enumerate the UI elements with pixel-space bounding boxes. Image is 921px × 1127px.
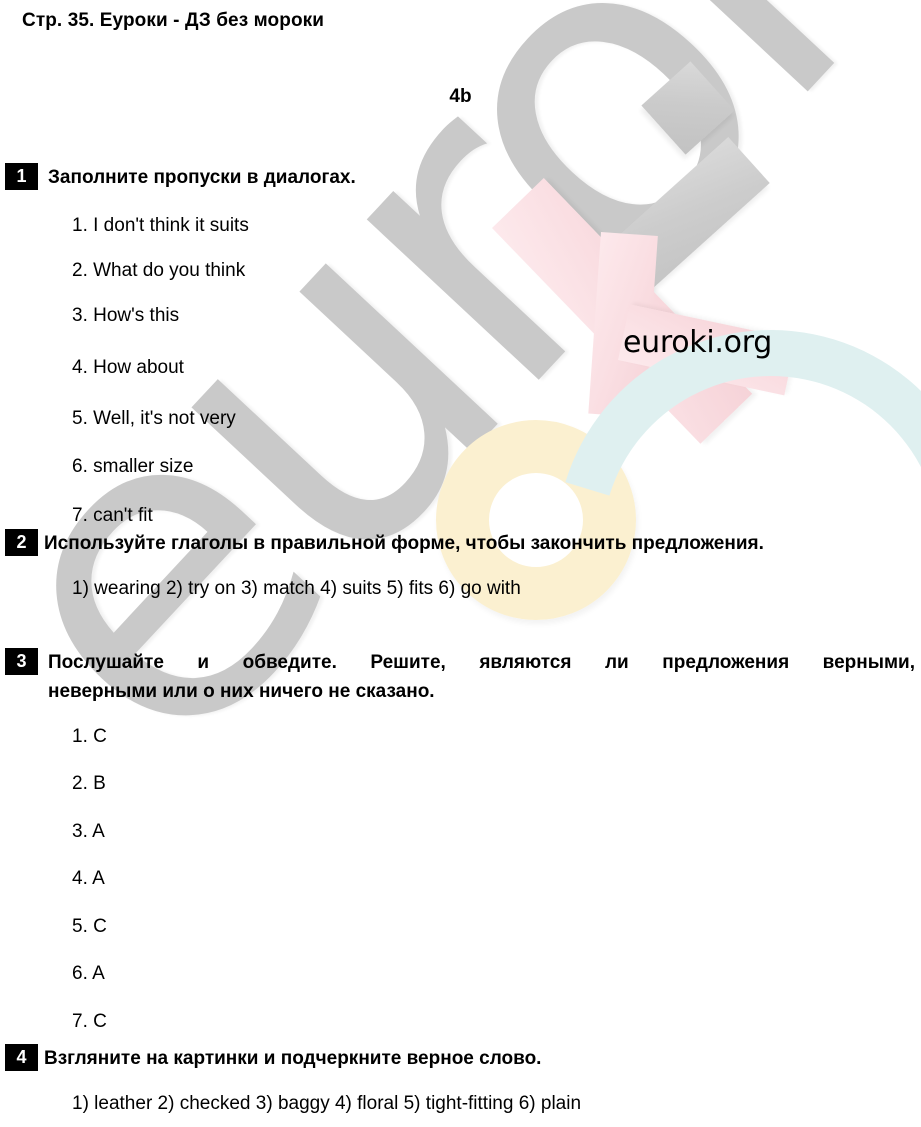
- exercise-4: 4 Взгляните на картинки и подчеркните ве…: [0, 1044, 921, 1116]
- exercise-3-answer-list: 1. C 2. B 3. A 4. A 5. C 6. A 7. C: [0, 727, 921, 1031]
- list-item: 7. can't fit: [72, 505, 153, 527]
- list-item: 7. C: [72, 1010, 107, 1032]
- exercise-2-answer-line: 1) wearing 2) try on 3) match 4) suits 5…: [72, 578, 521, 600]
- exercise-3-title-line-2: неверными или о них ничего не сказано.: [48, 681, 435, 703]
- exercise-4-answer-line: 1) leather 2) checked 3) baggy 4) floral…: [72, 1093, 582, 1115]
- exercise-3: 3 Послушайте и обведите. Решите, являютс…: [0, 648, 921, 1031]
- exercise-3-header: 3 Послушайте и обведите. Решите, являютс…: [0, 648, 921, 707]
- exercise-2-title: Используйте глаголы в правильной форме, …: [44, 533, 764, 554]
- exercise-1-title: Заполните пропуски в диалогах.: [48, 167, 356, 188]
- list-item: 6. smaller size: [72, 456, 194, 478]
- list-item: 1. C: [72, 725, 107, 747]
- exercise-4-title: Взгляните на картинки и подчеркните верн…: [44, 1048, 542, 1069]
- list-item: 5. C: [72, 915, 107, 937]
- list-item: 2. What do you think: [72, 260, 246, 282]
- exercise-2: 2 Используйте глаголы в правильной форме…: [0, 529, 921, 601]
- list-item: 1. I don't think it suits: [72, 215, 249, 237]
- exercise-4-header: 4 Взгляните на картинки и подчеркните ве…: [0, 1044, 921, 1073]
- list-item: 5. Well, it's not very: [72, 408, 236, 430]
- list-item: 3. A: [72, 820, 105, 842]
- list-item: 2. B: [72, 772, 106, 794]
- exercise-1-answer-list: 1. I don't think it suits 2. What do you…: [0, 216, 921, 525]
- exercise-2-header: 2 Используйте глаголы в правильной форме…: [0, 529, 921, 558]
- exercise-3-title: Послушайте и обведите. Решите, являются …: [48, 648, 915, 707]
- exercise-3-number-badge: 3: [5, 648, 38, 675]
- list-item: 4. How about: [72, 357, 184, 379]
- exercise-1: 1 Заполните пропуски в диалогах. 1. I do…: [0, 163, 921, 525]
- list-item: 6. A: [72, 962, 105, 984]
- list-item: 4. A: [72, 867, 105, 889]
- exercise-1-header: 1 Заполните пропуски в диалогах.: [0, 163, 921, 192]
- page-title: Стр. 35. Еуроки - ДЗ без мороки: [22, 10, 325, 31]
- exercise-2-number-badge: 2: [5, 529, 38, 556]
- watermark-logo-i-dot: [641, 61, 735, 155]
- unit-title: 4b: [449, 86, 472, 107]
- exercise-1-number-badge: 1: [5, 163, 38, 190]
- exercise-3-title-line-1: Послушайте и обведите. Решите, являются …: [48, 652, 915, 673]
- exercise-4-number-badge: 4: [5, 1044, 38, 1071]
- list-item: 3. How's this: [72, 305, 180, 327]
